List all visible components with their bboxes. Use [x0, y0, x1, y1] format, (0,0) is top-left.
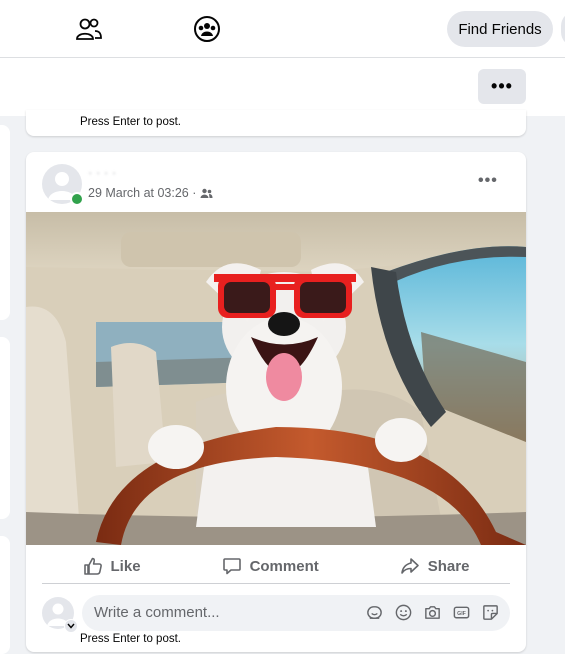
dog-driving-photo: [26, 212, 526, 545]
friends-audience-icon[interactable]: [200, 188, 213, 199]
overflow-button[interactable]: [561, 11, 565, 47]
press-enter-hint: Press Enter to post.: [80, 633, 181, 645]
friends-icon[interactable]: [74, 14, 104, 44]
comment-icon: [222, 558, 241, 575]
camera-icon[interactable]: [423, 603, 442, 622]
previous-post-card: Press Enter to post.: [26, 110, 526, 136]
thumbs-up-icon: [83, 557, 102, 575]
share-arrow-icon: [400, 558, 419, 574]
comment-placeholder: Write a comment...: [94, 604, 220, 621]
sticker-face-icon[interactable]: [365, 603, 384, 622]
comment-input[interactable]: Write a comment... GIF: [82, 595, 510, 631]
groups-icon[interactable]: [192, 14, 222, 44]
left-column-card: [0, 337, 10, 519]
share-label: Share: [427, 557, 470, 575]
share-button[interactable]: Share: [388, 552, 482, 580]
post-card: · · · · 29 March at 03:26 · ••• Like Com…: [26, 152, 526, 652]
post-timestamp[interactable]: 29 March at 03:26 ·: [88, 186, 196, 200]
find-friends-button[interactable]: Find Friends: [447, 11, 553, 47]
post-meta: 29 March at 03:26 ·: [88, 186, 213, 200]
post-photo[interactable]: [26, 212, 526, 545]
svg-text:GIF: GIF: [457, 611, 466, 617]
like-button[interactable]: Like: [71, 552, 153, 580]
author-name[interactable]: · · · ·: [88, 165, 116, 180]
comment-tools: GIF: [365, 603, 500, 622]
emoji-icon[interactable]: [394, 603, 413, 622]
online-status-dot: [70, 192, 84, 206]
sticker-icon[interactable]: [481, 603, 500, 622]
profile-header-bar: •••: [0, 58, 565, 116]
press-enter-hint: Press Enter to post.: [80, 116, 181, 128]
post-actions: Like Comment Share: [42, 549, 510, 584]
top-navigation-bar: Find Friends: [0, 0, 565, 58]
left-column-card: [0, 536, 10, 654]
gif-icon[interactable]: GIF: [452, 603, 471, 622]
comment-label: Comment: [249, 557, 319, 575]
comment-button[interactable]: Comment: [210, 552, 331, 580]
left-column-card: [0, 125, 10, 320]
header-more-button[interactable]: •••: [478, 69, 526, 104]
chevron-down-icon[interactable]: [64, 619, 78, 633]
comment-composer: Write a comment... GIF: [42, 595, 510, 633]
like-label: Like: [110, 557, 141, 575]
post-options-button[interactable]: •••: [478, 172, 498, 190]
